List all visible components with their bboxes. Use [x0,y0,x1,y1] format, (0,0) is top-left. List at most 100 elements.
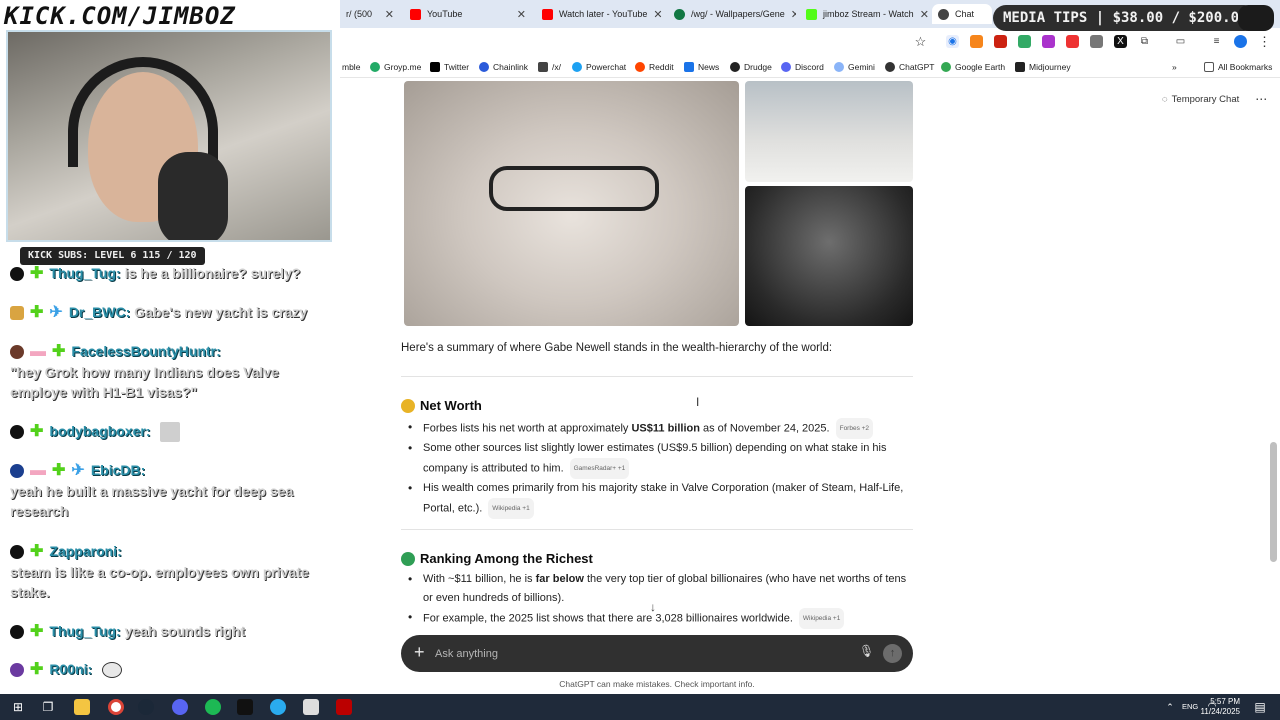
plus-badge-icon: ✚ [30,543,44,561]
kebab-menu-icon[interactable]: ⋮ [1258,35,1271,48]
notification-icon[interactable]: ▤ [1252,699,1268,715]
reading-list-icon[interactable]: ≡ [1210,35,1223,48]
cast-icon[interactable]: ▭ [1174,35,1187,48]
plus-badge-icon: ✚ [30,423,44,441]
terminal-icon[interactable] [237,699,253,715]
tab-kick-stream[interactable]: jimboz Stream - Watch ✕ [800,4,928,24]
minus-badge-icon: ▬ [30,343,46,361]
chevron-right-icon[interactable]: » [1172,60,1177,74]
dashed-circle-icon: ◌ [1162,93,1168,105]
extension-icon[interactable]: ◉ [946,35,959,48]
minus-badge-icon: ▬ [30,462,46,480]
bookmark-item[interactable]: Twitter [430,60,469,74]
close-icon[interactable]: ✕ [647,8,662,21]
clover-icon [674,8,685,20]
add-attachment-icon[interactable]: + [414,642,425,663]
divider [401,529,913,530]
bookmark-item[interactable]: Powerchat [572,60,626,74]
scrollbar-thumb[interactable] [1270,442,1277,562]
bookmark-item[interactable]: Gemini [834,60,875,74]
file-explorer-icon[interactable] [74,699,90,715]
close-icon[interactable]: ✕ [914,8,928,21]
tab-chatgpt[interactable]: Chat [932,4,992,24]
citation-chip[interactable]: Wikipedia +1 [798,608,845,629]
citation-chip[interactable]: Wikipedia +1 [488,498,534,519]
extension-icon[interactable] [1090,35,1103,48]
temporary-chat-button[interactable]: ◌ Temporary Chat ⋯ [1162,92,1267,106]
midjourney-icon [1015,62,1025,72]
user-badge-icon [10,306,24,321]
profile-avatar-icon[interactable] [1234,35,1247,48]
bookmark-item[interactable]: Discord [781,60,824,74]
bookmark-item[interactable]: News [684,60,719,74]
sword-badge-icon: ✈ [71,462,85,480]
gabe-newell-vr-image[interactable] [745,186,913,326]
openai-icon [885,62,895,72]
address-bar-row: ☆ ◉ X ⧉ ▭ ≡ ⋮ [340,28,1280,55]
user-badge-icon [10,464,24,479]
gemini-icon [834,62,844,72]
user-badge-icon [10,663,24,678]
discord-icon[interactable] [172,699,188,715]
citation-chip[interactable]: GamesRadar+ +1 [569,458,630,479]
tab-youtube[interactable]: YouTube ✕ [404,4,532,24]
bookmark-item[interactable]: ChatGPT [885,60,934,74]
bookmark-item[interactable]: Groyp.me [370,60,421,74]
chevron-up-icon[interactable]: ⌃ [1162,699,1178,715]
divider [401,376,913,377]
bookmark-item[interactable]: Google Earth [941,60,1005,74]
app-icon[interactable] [336,699,352,715]
list-item: Forbes lists his net worth at approximat… [408,418,913,439]
close-icon[interactable]: ✕ [785,8,796,21]
telegram-icon[interactable] [270,699,286,715]
groyp-icon [370,62,380,72]
metamask-icon[interactable] [970,35,983,48]
list-item: Some other sources list slightly lower e… [408,439,913,479]
send-button[interactable]: ↑ [883,644,902,663]
windows-taskbar: ⊞ ❐ ⌃ ENG ◠ 5:57 PM 11/24/2025 ▤ [0,694,1280,720]
bookmark-item[interactable]: /x/ [538,60,561,74]
emote-image [160,422,181,443]
gabe-newell-portrait-image[interactable] [404,81,739,326]
microphone-icon[interactable]: 🎙 [859,644,874,662]
scroll-down-arrow-icon[interactable]: ↓ [650,600,656,614]
extension-icon[interactable] [1066,35,1079,48]
close-icon[interactable]: ✕ [379,8,394,21]
language-indicator[interactable]: ENG [1182,702,1198,711]
gabe-newell-office-image[interactable] [745,81,913,182]
prompt-input[interactable] [435,644,855,663]
extension-icon[interactable] [1042,35,1055,48]
chat-message: ▬ ✚ FacelessBountyHuntr: "hey Grok how man… [10,343,279,401]
glasses-shape [489,166,659,211]
bookmarks-bar: mble Groyp.me Twitter Chainlink /x/ Powe… [340,56,1280,78]
close-icon[interactable]: ✕ [511,8,526,21]
reddit-icon [635,62,645,72]
tab-watch-later[interactable]: Watch later - YouTube ✕ [536,4,664,24]
extension-icon[interactable] [994,35,1007,48]
bookmark-item[interactable]: Reddit [635,60,674,74]
system-clock[interactable]: 5:57 PM 11/24/2025 [1201,697,1240,717]
bookmark-item[interactable]: Chainlink [479,60,528,74]
spotify-icon[interactable] [205,699,221,715]
kick-badge-icon [10,267,24,282]
chrome-icon[interactable] [108,699,124,715]
bookmark-item[interactable]: mble [342,60,360,74]
task-view-icon[interactable]: ❐ [40,699,56,715]
puzzle-icon[interactable]: ⧉ [1138,35,1151,48]
citation-chip[interactable]: Forbes +2 [835,418,874,439]
more-options-icon[interactable]: ⋯ [1255,92,1267,106]
all-bookmarks-button[interactable]: All Bookmarks [1204,60,1272,74]
tab-wallpapers[interactable]: /wg/ - Wallpapers/Gene ✕ [668,4,796,24]
windows-start-icon[interactable]: ⊞ [10,699,26,715]
tab-reddit[interactable]: r/ (500 ✕ [340,4,400,24]
x-icon[interactable]: X [1114,35,1127,48]
bookmark-item[interactable]: Midjourney [1015,60,1071,74]
bookmark-item[interactable]: Drudge [730,60,772,74]
app-icon[interactable] [303,699,319,715]
extension-icon[interactable] [1018,35,1031,48]
channel-url: KICK.COM/JIMBOZ [4,2,236,30]
google-earth-icon [941,62,951,72]
steam-icon[interactable] [138,699,154,715]
x-icon [430,62,440,72]
bookmark-star-icon[interactable]: ☆ [914,35,927,48]
